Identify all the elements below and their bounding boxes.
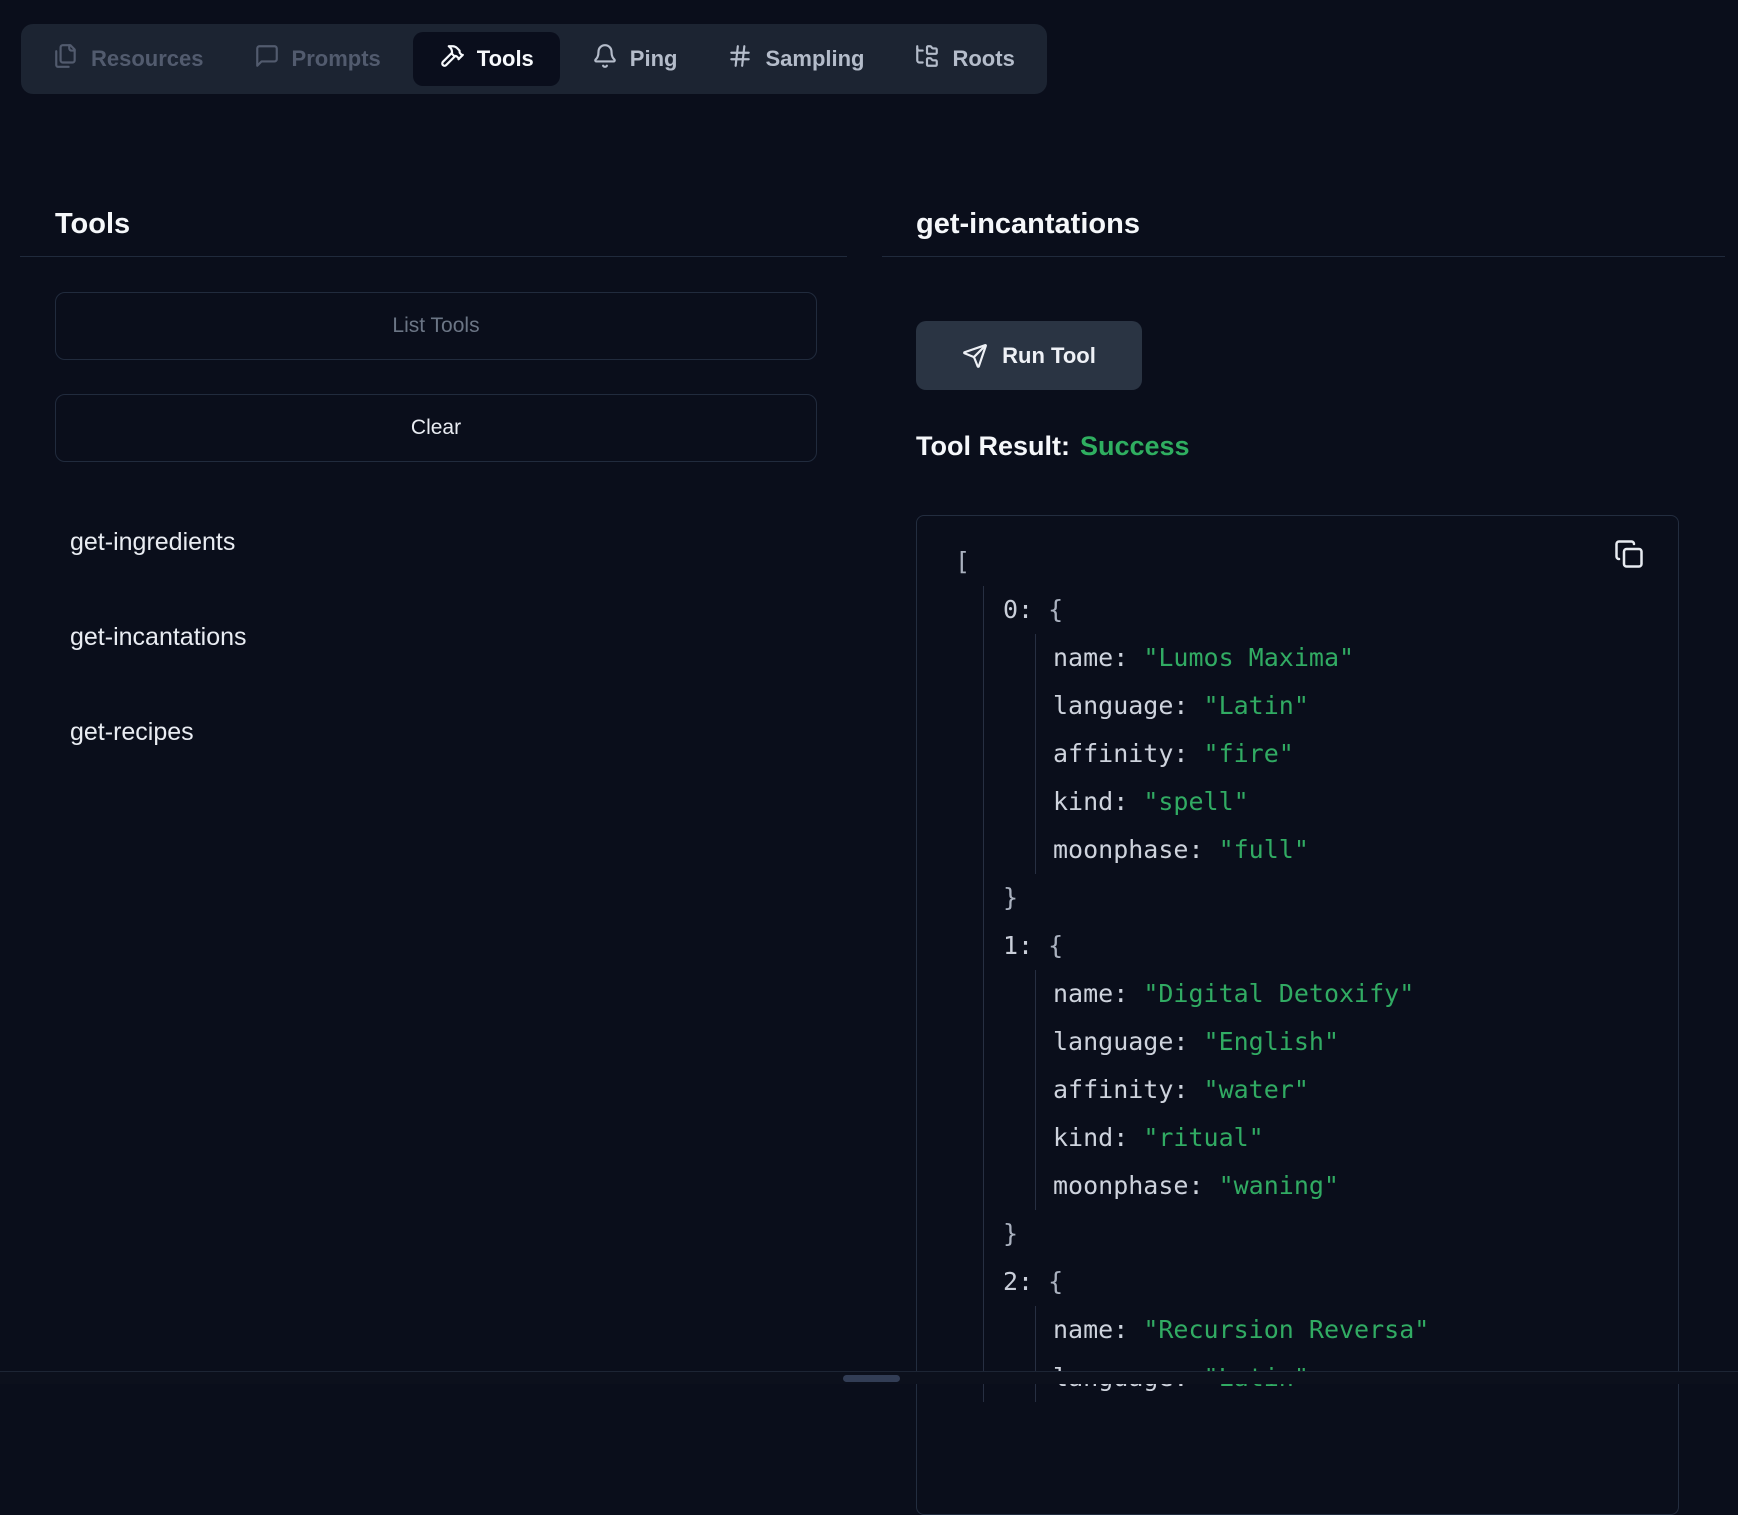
tools-panel-divider (20, 256, 847, 257)
tab-label: Prompts (292, 46, 381, 72)
json-line: affinity: "fire" (1053, 730, 1678, 778)
hash-icon (727, 43, 753, 75)
clear-button[interactable]: Clear (55, 394, 817, 462)
tab-tools[interactable]: Tools (413, 32, 560, 86)
tools-panel-title: Tools (55, 210, 130, 239)
tab-resources[interactable]: Resources (35, 32, 222, 86)
json-value: "waning" (1219, 1171, 1339, 1200)
json-array-body: 0: {name: "Lumos Maxima"language: "Latin… (983, 586, 1678, 1402)
json-value: "Digital Detoxify" (1143, 979, 1414, 1008)
json-key: affinity: (1053, 1075, 1188, 1104)
json-line: [ (955, 538, 1678, 586)
tab-prompts[interactable]: Prompts (236, 32, 399, 86)
tab-sampling[interactable]: Sampling (709, 32, 882, 86)
selected-tool-title: get-incantations (916, 210, 1140, 239)
json-line: } (1003, 1210, 1678, 1258)
json-object-body: name: "Lumos Maxima"language: "Latin"aff… (1035, 634, 1678, 874)
json-line: kind: "ritual" (1053, 1114, 1678, 1162)
json-line: moonphase: "full" (1053, 826, 1678, 874)
json-object-body: name: "Digital Detoxify"language: "Engli… (1035, 970, 1678, 1210)
horizontal-scrollbar-thumb[interactable] (843, 1375, 900, 1382)
json-key: kind: (1053, 1123, 1128, 1152)
json-line: name: "Recursion Reversa" (1053, 1306, 1678, 1354)
tool-result-json-viewer: [0: {name: "Lumos Maxima"language: "Lati… (916, 515, 1679, 1515)
json-line: 1: { (1003, 922, 1678, 970)
send-icon (962, 343, 988, 369)
json-key: moonphase: (1053, 1171, 1204, 1200)
json-line: language: "Latin" (1053, 682, 1678, 730)
json-value: "Recursion Reversa" (1143, 1315, 1429, 1344)
tool-list-item-get-recipes[interactable]: get-recipes (70, 720, 194, 745)
hammer-icon (439, 43, 465, 75)
run-tool-label: Run Tool (1002, 343, 1096, 369)
copy-icon[interactable] (1612, 538, 1646, 572)
json-value: "Latin" (1204, 691, 1309, 720)
json-line: kind: "spell" (1053, 778, 1678, 826)
json-value: "Lumos Maxima" (1143, 643, 1354, 672)
horizontal-scrollbar[interactable] (0, 1371, 1738, 1384)
json-value: "water" (1204, 1075, 1309, 1104)
json-line: name: "Lumos Maxima" (1053, 634, 1678, 682)
json-line: moonphase: "waning" (1053, 1162, 1678, 1210)
json-key: name: (1053, 643, 1128, 672)
json-value: "full" (1219, 835, 1309, 864)
json-key: name: (1053, 1315, 1128, 1344)
message-square-icon (254, 43, 280, 75)
tab-label: Ping (630, 46, 678, 72)
json-tree: [0: {name: "Lumos Maxima"language: "Lati… (917, 516, 1678, 1402)
tool-list-item-get-incantations[interactable]: get-incantations (70, 625, 247, 650)
json-key: affinity: (1053, 739, 1188, 768)
tab-label: Roots (952, 46, 1014, 72)
list-tools-button[interactable]: List Tools (55, 292, 817, 360)
json-line: language: "English" (1053, 1018, 1678, 1066)
tab-label: Sampling (765, 46, 864, 72)
tool-list-item-get-ingredients[interactable]: get-ingredients (70, 530, 235, 555)
tool-result-status: Success (1080, 431, 1190, 461)
json-key: language: (1053, 691, 1188, 720)
json-line: } (1003, 874, 1678, 922)
run-tool-button[interactable]: Run Tool (916, 321, 1142, 390)
bell-icon (592, 43, 618, 75)
files-icon (53, 43, 79, 75)
json-value: "English" (1204, 1027, 1339, 1056)
json-key: moonphase: (1053, 835, 1204, 864)
json-key: name: (1053, 979, 1128, 1008)
tab-label: Tools (477, 46, 534, 72)
json-value: "fire" (1204, 739, 1294, 768)
capability-tab-bar: Resources Prompts Tools Ping Sampling Ro… (21, 24, 1047, 94)
tab-ping[interactable]: Ping (574, 32, 696, 86)
tool-result-line: Tool Result: Success (916, 433, 1190, 460)
json-line: 2: { (1003, 1258, 1678, 1306)
tab-roots[interactable]: Roots (896, 32, 1032, 86)
folder-tree-icon (914, 43, 940, 75)
json-line: 0: { (1003, 586, 1678, 634)
json-line: affinity: "water" (1053, 1066, 1678, 1114)
detail-panel-divider (882, 256, 1725, 257)
json-key: kind: (1053, 787, 1128, 816)
tab-label: Resources (91, 46, 204, 72)
tool-result-label: Tool Result: (916, 431, 1070, 461)
json-key: language: (1053, 1027, 1188, 1056)
json-line: name: "Digital Detoxify" (1053, 970, 1678, 1018)
json-value: "ritual" (1143, 1123, 1263, 1152)
json-value: "spell" (1143, 787, 1248, 816)
json-object-body: name: "Recursion Reversa"language: "Lati… (1035, 1306, 1678, 1402)
